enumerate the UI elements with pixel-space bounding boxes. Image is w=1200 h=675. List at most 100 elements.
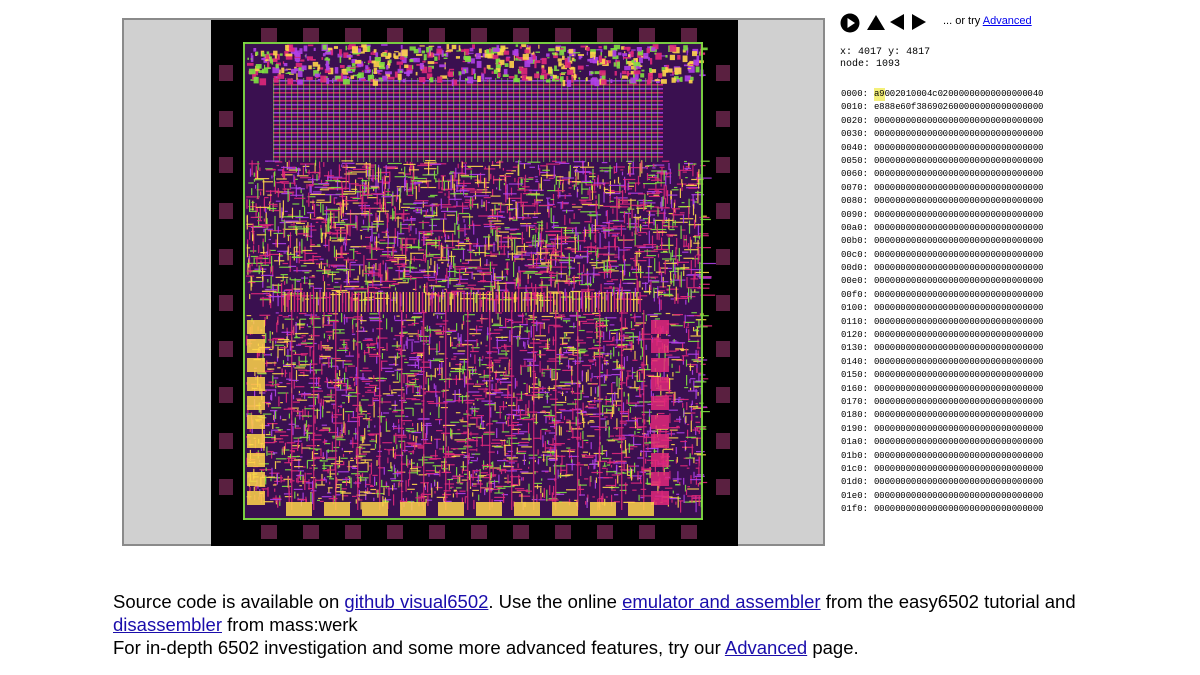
chip-trace (578, 77, 581, 80)
chip-trace (611, 228, 627, 230)
chip-trace (293, 288, 303, 290)
chip-trace (692, 236, 696, 238)
chip-trace (291, 207, 294, 219)
chip-layout-canvas[interactable] (211, 20, 738, 546)
chip-trace (549, 254, 559, 256)
chip-trace (275, 64, 279, 69)
chip-trace (257, 183, 259, 199)
chip-trace (693, 274, 695, 288)
rom-column (285, 78, 287, 162)
chip-trace (603, 263, 605, 272)
chip-trace (556, 176, 564, 178)
chip-trace (248, 68, 256, 75)
chip-trace (535, 226, 537, 233)
rom-column (309, 78, 311, 162)
rom-column (411, 78, 413, 162)
chip-trace (464, 224, 466, 237)
chip-trace (506, 457, 519, 459)
chip-trace (300, 265, 307, 267)
chip-trace (430, 77, 434, 83)
chip-trace (400, 56, 405, 60)
chip-trace (284, 69, 288, 71)
chip-trace (435, 449, 437, 458)
chip-trace (505, 259, 510, 261)
chip-trace (641, 287, 643, 290)
chip-trace (574, 73, 576, 81)
chip-trace (643, 199, 645, 211)
register-column (517, 292, 520, 312)
register-column (623, 292, 625, 312)
chip-trace (260, 264, 269, 266)
chip-trace (296, 478, 298, 483)
chip-trace (404, 209, 408, 211)
chip-trace (351, 473, 360, 475)
chip-trace (451, 79, 454, 87)
chip-trace (604, 171, 609, 173)
rom-column (297, 78, 299, 162)
chip-trace (372, 232, 378, 234)
register-column (575, 292, 577, 312)
register-column (492, 292, 494, 312)
chip-die-area (243, 42, 716, 520)
chip-viewport[interactable] (122, 18, 825, 546)
register-column (287, 292, 289, 312)
chip-trace (297, 79, 303, 85)
chip-trace (545, 244, 551, 246)
rom-column (381, 78, 383, 162)
chip-trace (688, 207, 690, 219)
chip-trace (424, 442, 432, 444)
chip-trace (458, 173, 460, 185)
chip-trace (618, 247, 620, 260)
chip-trace (693, 457, 695, 464)
chip-layout-image[interactable] (211, 20, 738, 546)
chip-trace (287, 246, 289, 261)
chip-trace (377, 290, 384, 292)
chip-trace (632, 161, 634, 175)
chip-trace (460, 466, 467, 468)
chip-trace (580, 45, 586, 48)
chip-trace (662, 196, 664, 207)
chip-trace (681, 202, 685, 204)
chip-trace (294, 417, 296, 429)
chip-trace (554, 280, 568, 282)
chip-trace (263, 442, 275, 444)
chip-trace (446, 214, 455, 216)
chip-trace (418, 249, 425, 251)
bond-pad (345, 525, 361, 539)
chip-trace (246, 243, 249, 258)
chip-trace (395, 194, 398, 202)
chip-trace (497, 460, 508, 462)
chip-trace (578, 264, 580, 280)
chip-trace (385, 259, 396, 262)
chip-trace (401, 214, 403, 220)
chip-trace (322, 357, 327, 359)
chip-trace (282, 275, 284, 282)
chip-trace (618, 437, 627, 439)
chip-trace (328, 365, 338, 367)
chip-trace (606, 369, 608, 379)
chip-trace (369, 162, 371, 177)
chip-trace (314, 73, 321, 78)
chip-trace (484, 244, 486, 257)
chip-trace (456, 490, 458, 498)
chip-trace (483, 177, 486, 189)
chip-trace (581, 454, 587, 456)
chip-trace (541, 263, 546, 265)
rom-column (531, 78, 533, 162)
chip-trace (555, 190, 566, 192)
chip-trace (668, 285, 671, 297)
chip-trace (690, 288, 692, 300)
chip-trace (684, 167, 692, 170)
register-column (409, 292, 411, 312)
chip-trace (374, 79, 382, 81)
register-column (473, 292, 475, 312)
chip-trace (683, 264, 685, 270)
chip-trace (335, 249, 337, 261)
chip-trace (325, 66, 330, 71)
chip-trace (521, 178, 523, 184)
chip-trace (249, 486, 251, 491)
chip-trace (650, 58, 653, 65)
register-column (418, 292, 420, 312)
chip-trace (647, 432, 649, 437)
chip-trace (645, 452, 647, 458)
